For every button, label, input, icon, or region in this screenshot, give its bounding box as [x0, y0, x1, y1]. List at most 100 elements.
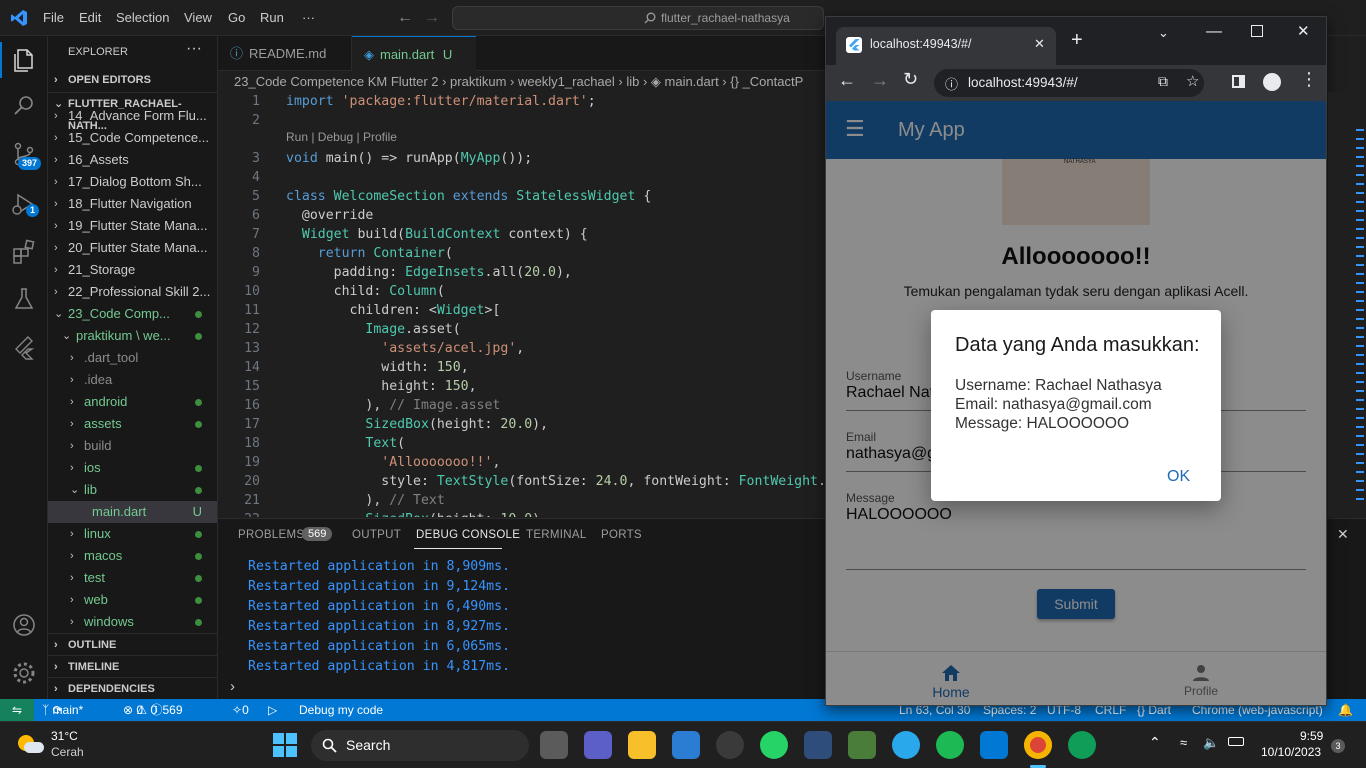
battery-icon[interactable]: [1228, 737, 1244, 746]
tree-item[interactable]: › 22_Professional Skill 2...: [48, 281, 217, 303]
tree-item[interactable]: ⌄ lib: [48, 479, 217, 501]
chrome-tab[interactable]: localhost:49943/#/ ✕: [836, 27, 1056, 65]
tree-item[interactable]: › 19_Flutter State Mana...: [48, 215, 217, 237]
menu-selection[interactable]: Selection: [116, 0, 169, 36]
outline-section[interactable]: › OUTLINE: [48, 633, 217, 655]
menu-more[interactable]: ···: [302, 0, 315, 36]
share-icon[interactable]: ⧉: [1158, 73, 1168, 90]
teams-icon[interactable]: [584, 731, 612, 759]
tree-item[interactable]: › 21_Storage: [48, 259, 217, 281]
tree-item[interactable]: › 20_Flutter State Mana...: [48, 237, 217, 259]
new-tab-icon[interactable]: +: [1071, 30, 1083, 50]
reload-icon[interactable]: ↻: [903, 69, 918, 90]
tab-search-icon[interactable]: ⌄: [1158, 25, 1169, 41]
panel-tab-problems[interactable]: PROBLEMS: [238, 529, 304, 541]
command-center-search[interactable]: flutter_rachael-nathasya: [452, 6, 824, 30]
show-hidden-icons-icon[interactable]: ⌃: [1149, 734, 1161, 751]
menu-run[interactable]: Run: [260, 0, 284, 36]
account-icon[interactable]: [8, 609, 40, 641]
spotify-icon[interactable]: [936, 731, 964, 759]
tree-item[interactable]: › build: [48, 435, 217, 457]
extensions-icon[interactable]: [8, 236, 40, 268]
panel-tab-output[interactable]: OUTPUT: [352, 529, 401, 541]
taskbar-search[interactable]: Search: [311, 730, 529, 761]
debug-status[interactable]: Debug my code: [299, 699, 383, 721]
wifi-icon[interactable]: ≈: [1180, 735, 1187, 750]
testing-icon[interactable]: [8, 283, 40, 315]
whatsapp-icon[interactable]: [760, 731, 788, 759]
ports-status[interactable]: ✧ 0: [232, 699, 249, 721]
breadcrumb[interactable]: 23_Code Competence KM Flutter 2 › prakti…: [218, 71, 828, 93]
volume-icon[interactable]: 🔈: [1203, 735, 1219, 751]
tree-item[interactable]: › 18_Flutter Navigation: [48, 193, 217, 215]
nav-forward-icon[interactable]: →: [424, 0, 440, 36]
chrome-taskbar-icon[interactable]: [1024, 731, 1052, 759]
explorer-icon[interactable]: [8, 44, 40, 76]
minimap[interactable]: [1328, 92, 1366, 517]
tree-item[interactable]: › .dart_tool: [48, 347, 217, 369]
git-branch[interactable]: ᛉ main* ⟳: [42, 699, 83, 721]
minimize-icon[interactable]: —: [1206, 23, 1222, 41]
close-panel-icon[interactable]: ✕: [1337, 526, 1349, 543]
notifications-bell-icon[interactable]: 🔔: [1338, 699, 1353, 721]
address-bar[interactable]: ⓘ localhost:49943/#/ ⧉ ☆: [934, 69, 1204, 97]
menu-go[interactable]: Go: [228, 0, 245, 36]
panel-tab-ports[interactable]: PORTS: [601, 529, 642, 541]
task-view-icon[interactable]: [540, 731, 568, 759]
codelens-run-debug[interactable]: Run | Debug | Profile: [286, 130, 397, 144]
more-actions-icon[interactable]: ···: [186, 40, 202, 58]
tree-item[interactable]: › assets: [48, 413, 217, 435]
clock-time[interactable]: 9:59: [1300, 729, 1323, 743]
settings-gear-icon[interactable]: [8, 657, 40, 689]
tab-main-dart[interactable]: ◈main.dart U ✕: [352, 36, 476, 97]
tree-item[interactable]: › .idea: [48, 369, 217, 391]
flutter-icon[interactable]: [8, 332, 40, 364]
tree-item[interactable]: › linux: [48, 523, 217, 545]
weather-icon[interactable]: [18, 733, 44, 755]
chrome-profile-icon[interactable]: [1068, 731, 1096, 759]
infinity-app-icon[interactable]: [804, 731, 832, 759]
menu-file[interactable]: File: [43, 0, 64, 36]
tree-item[interactable]: › macos: [48, 545, 217, 567]
file-explorer-icon[interactable]: [628, 731, 656, 759]
code-editor[interactable]: 12345678910111213141516171819202122 Run …: [218, 92, 826, 517]
tree-item[interactable]: › web: [48, 589, 217, 611]
site-info-icon[interactable]: ⓘ: [945, 74, 958, 93]
tree-item[interactable]: › ios: [48, 457, 217, 479]
notification-count-badge[interactable]: 3: [1331, 739, 1345, 753]
back-arrow-icon[interactable]: ←: [838, 70, 856, 91]
maximize-icon[interactable]: [1251, 25, 1263, 37]
start-button[interactable]: [273, 733, 297, 757]
vscode-taskbar-icon[interactable]: [980, 731, 1008, 759]
tree-item[interactable]: › 16_Assets: [48, 149, 217, 171]
side-panel-icon[interactable]: [1232, 75, 1245, 88]
dialog-ok-button[interactable]: OK: [1167, 468, 1190, 486]
tree-item[interactable]: › 17_Dialog Bottom Sh...: [48, 171, 217, 193]
remote-indicator-icon[interactable]: ⇋: [0, 699, 34, 721]
tree-item[interactable]: › android: [48, 391, 217, 413]
close-window-icon[interactable]: ✕: [1297, 22, 1310, 40]
menu-edit[interactable]: Edit: [79, 0, 101, 36]
jdk-app-icon[interactable]: [848, 731, 876, 759]
chrome-menu-icon[interactable]: ⋮: [1300, 69, 1318, 90]
panel-tab-debug-console[interactable]: DEBUG CONSOLE: [416, 529, 520, 541]
bookmark-star-icon[interactable]: ☆: [1186, 72, 1199, 90]
tree-item[interactable]: › 15_Code Competence...: [48, 127, 217, 149]
tab-readme[interactable]: ⓘ README.md: [218, 36, 352, 71]
dependencies-section[interactable]: › DEPENDENCIES: [48, 677, 217, 699]
panel-tab-terminal[interactable]: TERMINAL: [526, 529, 587, 541]
telegram-icon[interactable]: [892, 731, 920, 759]
nav-back-icon[interactable]: ←: [397, 0, 413, 36]
tree-item[interactable]: main.dart U: [48, 501, 217, 523]
clock-date[interactable]: 10/10/2023: [1261, 745, 1321, 759]
timeline-section[interactable]: › TIMELINE: [48, 655, 217, 677]
open-editors-section[interactable]: › OPEN EDITORS: [48, 69, 217, 91]
tree-item[interactable]: › 14_Advance Form Flu...: [48, 105, 217, 127]
tree-item[interactable]: › windows: [48, 611, 217, 629]
settings-gear-icon[interactable]: [716, 731, 744, 759]
menu-view[interactable]: View: [184, 0, 212, 36]
problems-status[interactable]: ⊗ 0 ⚠ 0 ⓘ 569: [123, 699, 183, 721]
forward-arrow-icon[interactable]: →: [871, 70, 889, 91]
tree-item[interactable]: › test: [48, 567, 217, 589]
close-tab-icon[interactable]: ✕: [1034, 36, 1045, 52]
